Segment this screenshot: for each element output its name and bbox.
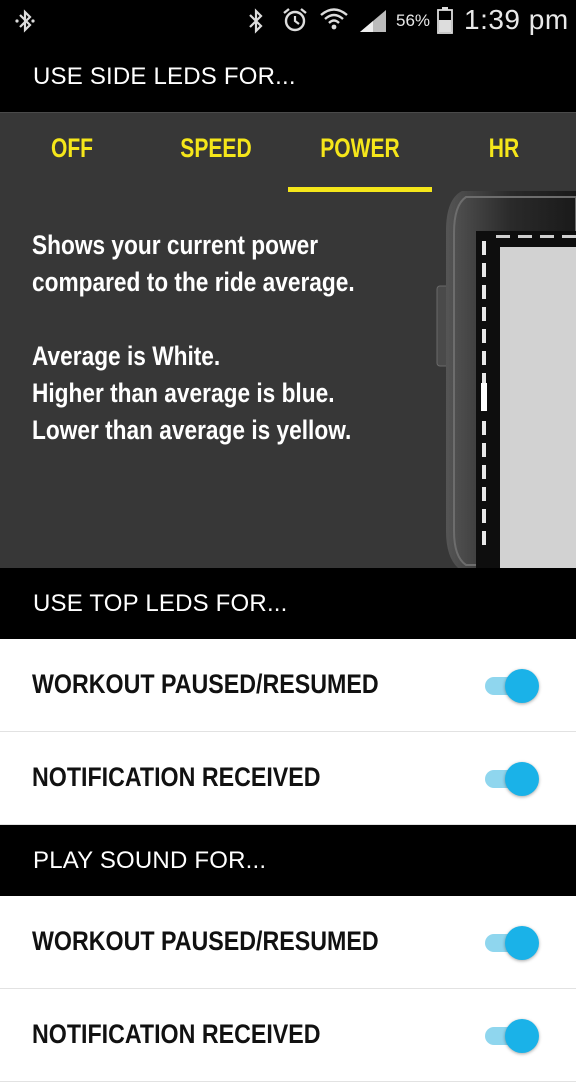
- battery-icon: [437, 6, 453, 39]
- alarm-icon: [281, 6, 309, 39]
- description-line: compared to the ride average.: [32, 267, 355, 297]
- side-leds-header-label: USE SIDE LEDS FOR...: [33, 63, 296, 90]
- top-leds-header: USE TOP LEDS FOR...: [0, 568, 576, 639]
- description-line: Higher than average is blue.: [32, 378, 335, 408]
- description-line: Shows your current power: [32, 230, 319, 260]
- list-item: NOTIFICATION RECEIVED: [0, 732, 576, 825]
- clock-time: 1:39 pm: [464, 4, 569, 35]
- description-line: Average is White.: [32, 341, 221, 371]
- play-sound-header-label: PLAY SOUND FOR...: [33, 846, 267, 874]
- toggle-switch[interactable]: [483, 926, 541, 960]
- row-label: WORKOUT PAUSED/RESUMED: [32, 926, 379, 956]
- toggle-switch[interactable]: [483, 762, 541, 796]
- led-mode-tabs: OFF SPEED POWER HR: [0, 113, 576, 193]
- list-item: WORKOUT PAUSED/RESUMED: [0, 896, 576, 989]
- bluetooth-icon: [246, 8, 266, 39]
- toggle-thumb: [505, 926, 539, 960]
- status-bar: 56% 1:39 pm: [0, 0, 576, 42]
- toggle-switch[interactable]: [483, 669, 541, 703]
- bluetooth-notification-icon: [14, 9, 36, 38]
- device-illustration: [430, 191, 576, 568]
- list-item: WORKOUT PAUSED/RESUMED: [0, 639, 576, 732]
- tab-power[interactable]: POWER: [304, 133, 416, 164]
- side-leds-panel: OFF SPEED POWER HR Shows your current po…: [0, 112, 576, 568]
- side-leds-header: USE SIDE LEDS FOR...: [0, 42, 576, 112]
- battery-percent: 56%: [396, 11, 431, 30]
- row-label: WORKOUT PAUSED/RESUMED: [32, 669, 379, 699]
- toggle-thumb: [505, 1019, 539, 1053]
- led-mode-description: Shows your current power compared to the…: [32, 227, 385, 449]
- tab-speed[interactable]: SPEED: [160, 133, 272, 164]
- description-line: Lower than average is yellow.: [32, 415, 352, 445]
- toggle-thumb: [505, 762, 539, 796]
- signal-icon: [358, 8, 388, 39]
- play-sound-header: PLAY SOUND FOR...: [0, 825, 576, 896]
- top-leds-header-label: USE TOP LEDS FOR...: [33, 589, 288, 617]
- toggle-switch[interactable]: [483, 1019, 541, 1053]
- toggle-thumb: [505, 669, 539, 703]
- selected-tab-indicator: [288, 187, 432, 192]
- list-item: NOTIFICATION RECEIVED: [0, 989, 576, 1082]
- wifi-icon: [318, 5, 350, 38]
- row-label: NOTIFICATION RECEIVED: [32, 762, 321, 792]
- tab-off[interactable]: OFF: [16, 133, 128, 164]
- tab-hr[interactable]: HR: [448, 133, 560, 164]
